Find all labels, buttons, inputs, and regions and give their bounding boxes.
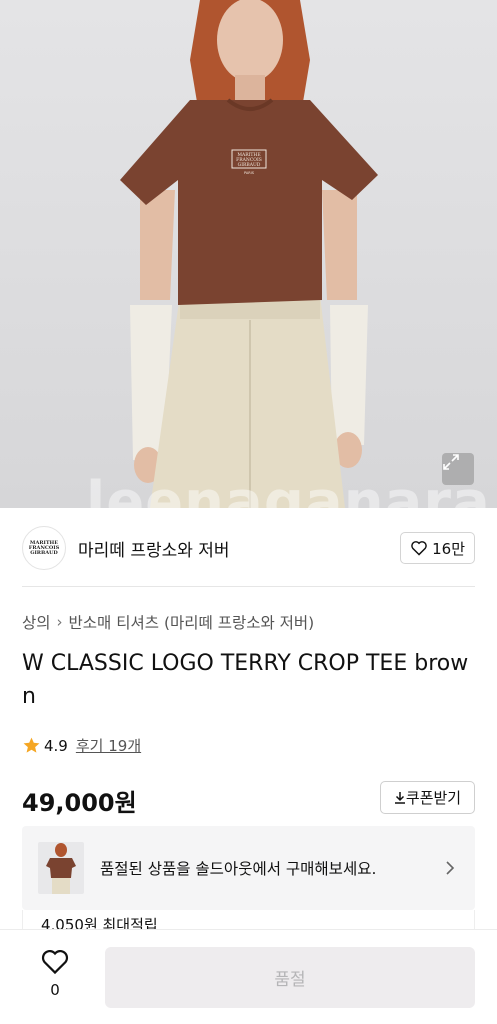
breadcrumb-subcategory[interactable]: 반소매 티셔츠 (마리떼 프랑소와 저버) xyxy=(69,611,315,633)
soldout-button[interactable]: 품절 xyxy=(105,947,475,1008)
heart-icon xyxy=(411,541,427,556)
star-icon xyxy=(23,737,40,753)
watermark: leenaganara xyxy=(86,470,491,508)
coupon-button[interactable]: 쿠폰받기 xyxy=(380,781,475,814)
brand-logo[interactable]: MARITHE FRANCOIS GIRBAUD xyxy=(22,526,66,570)
soldout-thumbnail xyxy=(38,842,84,894)
divider xyxy=(22,586,475,587)
product-title: W CLASSIC LOGO TERRY CROP TEE brown xyxy=(22,651,469,709)
brand-name[interactable]: 마리떼 프랑소와 저버 xyxy=(78,536,230,561)
brand-row[interactable]: MARITHE FRANCOIS GIRBAUD 마리떼 프랑소와 저버 16만 xyxy=(22,524,475,572)
shirt-logo-line3: GIRBAUD xyxy=(238,162,261,168)
rating-score: 4.9 xyxy=(44,736,68,755)
breadcrumb: 상의 › 반소매 티셔츠 (마리떼 프랑소와 저버) xyxy=(22,611,314,633)
heart-icon xyxy=(41,949,69,975)
brand-like-count: 16만 xyxy=(432,539,465,558)
price: 49,000원 xyxy=(22,789,137,817)
model-photo: MARITHE FRANCOIS GIRBAUD PARIS xyxy=(120,0,378,508)
wish-button[interactable]: 0 xyxy=(32,948,78,999)
product-image[interactable]: MARITHE FRANCOIS GIRBAUD PARIS leenagana… xyxy=(0,0,497,508)
expand-icon xyxy=(443,454,459,470)
bottom-bar: 0 품절 xyxy=(0,929,497,1024)
reviews-link[interactable]: 후기 19개 xyxy=(76,735,141,756)
rating: 4.9 후기 19개 xyxy=(22,735,141,756)
soldout-banner-text: 품절된 상품을 솔드아웃에서 구매해보세요. xyxy=(100,860,377,878)
brand-like-button[interactable]: 16만 xyxy=(400,532,475,564)
chevron-right-icon: › xyxy=(56,613,63,631)
soldout-banner[interactable]: 품절된 상품을 솔드아웃에서 구매해보세요. xyxy=(22,826,475,910)
coupon-label: 쿠폰받기 xyxy=(405,789,462,807)
chevron-right-icon xyxy=(446,861,455,875)
shirt-logo-line4: PARIS xyxy=(244,171,255,175)
brand-logo-line3: GIRBAUD xyxy=(30,549,58,556)
wish-count: 0 xyxy=(50,981,60,999)
download-icon xyxy=(394,792,405,804)
breadcrumb-category[interactable]: 상의 xyxy=(22,611,51,633)
expand-image-button[interactable] xyxy=(442,453,474,485)
